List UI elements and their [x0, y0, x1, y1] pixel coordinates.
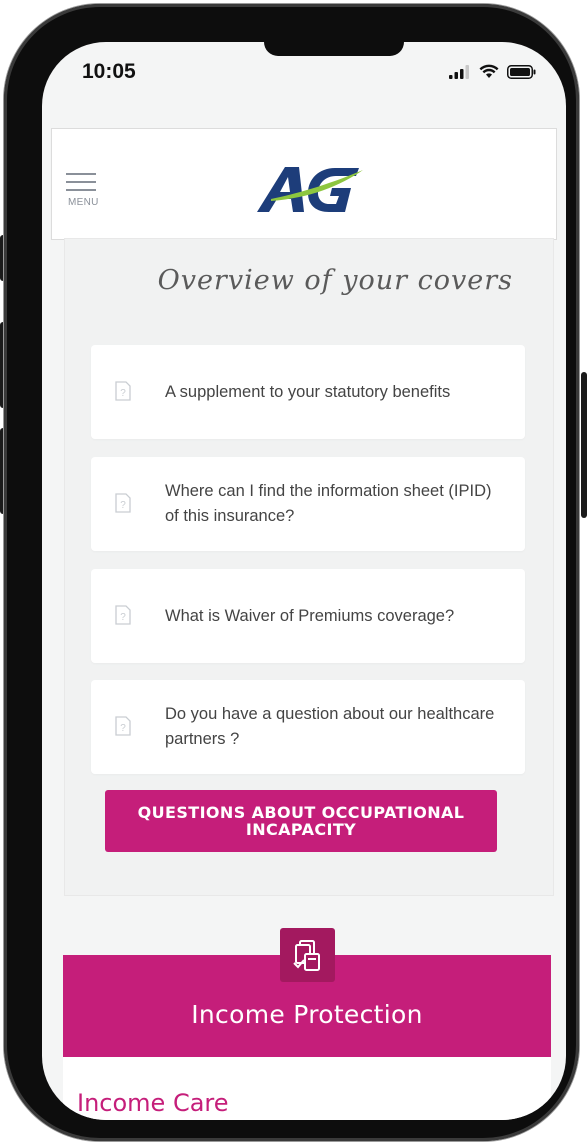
- signal-icon: [449, 64, 469, 79]
- hamburger-icon-bar: [66, 189, 96, 191]
- svg-text:?: ?: [120, 723, 126, 734]
- faq-item-label: Do you have a question about our healthc…: [165, 705, 495, 748]
- income-protection-icon-box: [280, 928, 335, 982]
- menu-label: MENU: [68, 197, 99, 208]
- phone-power-button: [581, 372, 587, 518]
- svg-text:?: ?: [120, 388, 126, 399]
- income-protection-title: Income Protection: [191, 1000, 423, 1029]
- help-document-icon: ?: [115, 716, 131, 736]
- status-time: 10:05: [82, 60, 136, 83]
- svg-text:?: ?: [120, 500, 126, 511]
- status-icons: [449, 64, 536, 79]
- section-title: Overview of your covers: [157, 265, 513, 296]
- documents-check-icon: [293, 940, 320, 971]
- faq-item-ipid[interactable]: ? Where can I find the information sheet…: [91, 457, 525, 551]
- status-bar: 10:05: [42, 42, 566, 126]
- wifi-icon: [479, 64, 499, 78]
- faq-item-label: A supplement to your statutory benefits: [165, 382, 451, 401]
- hamburger-icon: [66, 173, 96, 175]
- help-document-icon: ?: [115, 493, 131, 513]
- app-header: MENU: [51, 128, 557, 240]
- income-care-link[interactable]: Income Care: [77, 1089, 229, 1117]
- faq-item-label: What is Waiver of Premiums coverage?: [165, 606, 455, 625]
- covers-overview-panel: Overview of your covers ? A supplement t…: [64, 238, 554, 896]
- faq-item-healthcare-partners[interactable]: ? Do you have a question about our healt…: [91, 680, 525, 774]
- help-document-icon: ?: [115, 605, 131, 625]
- hamburger-icon-bar: [66, 181, 96, 183]
- faq-item-waiver-of-premiums[interactable]: ? What is Waiver of Premiums coverage?: [91, 569, 525, 663]
- battery-icon: [507, 64, 536, 79]
- menu-button[interactable]: MENU: [66, 173, 106, 209]
- ag-logo[interactable]: [255, 164, 365, 214]
- occupational-incapacity-button[interactable]: QUESTIONS ABOUT OCCUPATIONAL INCAPACITY: [105, 790, 497, 852]
- svg-text:?: ?: [120, 612, 126, 623]
- income-care-section: Income Care: [63, 1057, 551, 1120]
- phone-screen: 10:05 MENU Overview of your covers ? A s…: [42, 42, 566, 1120]
- phone-frame: 10:05 MENU Overview of your covers ? A s…: [4, 4, 579, 1141]
- faq-item-statutory-benefits[interactable]: ? A supplement to your statutory benefit…: [91, 345, 525, 439]
- faq-item-label: Where can I find the information sheet (…: [165, 482, 492, 525]
- help-document-icon: ?: [115, 381, 131, 401]
